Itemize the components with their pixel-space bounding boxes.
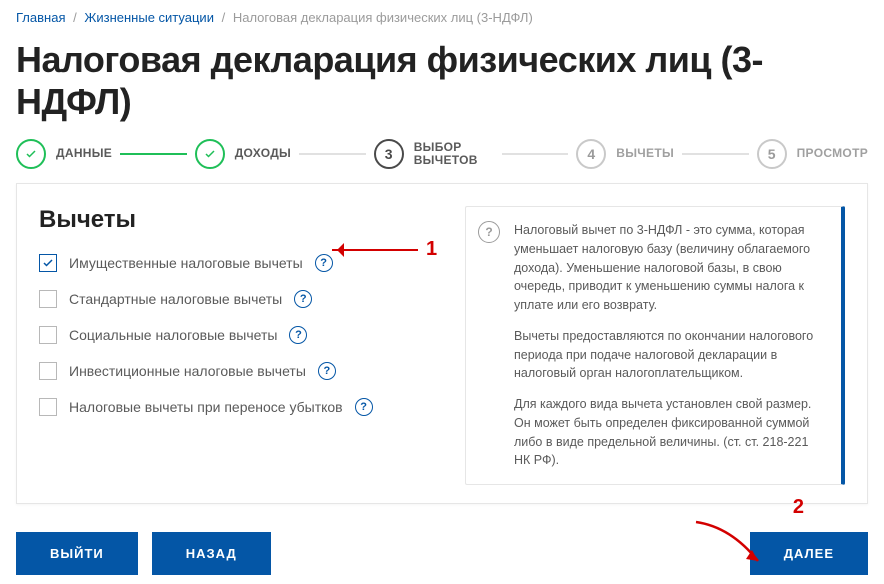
option-investment-deductions[interactable]: Инвестиционные налоговые вычеты ? [39, 362, 445, 380]
checkbox[interactable] [39, 290, 57, 308]
page-title: Налоговая декларация физических лиц (3-Н… [0, 25, 884, 133]
option-label: Стандартные налоговые вычеты [69, 291, 282, 307]
option-standard-deductions[interactable]: Стандартные налоговые вычеты ? [39, 290, 445, 308]
info-icon: ? [478, 221, 500, 243]
exit-button[interactable]: ВЫЙТИ [16, 532, 138, 575]
option-label: Имущественные налоговые вычеты [69, 255, 303, 271]
annotation-arrow-1: 1 [332, 238, 437, 261]
option-social-deductions[interactable]: Социальные налоговые вычеты ? [39, 326, 445, 344]
step-label: ДОХОДЫ [235, 147, 291, 160]
step-4-deductions[interactable]: 4 ВЫЧЕТЫ [576, 139, 674, 169]
help-icon[interactable]: ? [294, 290, 312, 308]
step-number: 5 [757, 139, 787, 169]
content-panel: Вычеты Имущественные налоговые вычеты ? … [16, 183, 868, 504]
step-1-data[interactable]: ДАННЫЕ [16, 139, 112, 169]
breadcrumb-current: Налоговая декларация физических лиц (3-Н… [233, 10, 533, 25]
step-label: ВЫБОР ВЫЧЕТОВ [414, 141, 494, 167]
breadcrumb-home[interactable]: Главная [16, 10, 65, 25]
annotation-arrow-2 [686, 517, 776, 573]
info-text: Налоговый вычет по 3-НДФЛ - это сумма, к… [514, 221, 825, 315]
step-indicator: ДАННЫЕ ДОХОДЫ 3 ВЫБОР ВЫЧЕТОВ 4 ВЫЧЕТЫ 5… [0, 133, 884, 183]
checkbox[interactable] [39, 362, 57, 380]
step-3-deduction-choice[interactable]: 3 ВЫБОР ВЫЧЕТОВ [374, 139, 494, 169]
breadcrumb-life[interactable]: Жизненные ситуации [84, 10, 214, 25]
option-label: Инвестиционные налоговые вычеты [69, 363, 306, 379]
step-2-income[interactable]: ДОХОДЫ [195, 139, 291, 169]
step-label: ВЫЧЕТЫ [616, 147, 674, 160]
check-icon [204, 148, 216, 160]
checkbox[interactable] [39, 398, 57, 416]
help-icon[interactable]: ? [318, 362, 336, 380]
help-icon[interactable]: ? [315, 254, 333, 272]
info-text: Для каждого вида вычета установлен свой … [514, 395, 825, 470]
step-number: 3 [374, 139, 404, 169]
step-label: ДАННЫЕ [56, 147, 112, 160]
annotation-label-2: 2 [793, 496, 804, 519]
option-label: Налоговые вычеты при переносе убытков [69, 399, 343, 415]
back-button[interactable]: НАЗАД [152, 532, 271, 575]
step-5-preview[interactable]: 5 ПРОСМОТР [757, 139, 868, 169]
checkbox[interactable] [39, 254, 57, 272]
check-icon [25, 148, 37, 160]
info-text: Вычеты предоставляются по окончании нало… [514, 327, 825, 383]
breadcrumb: Главная / Жизненные ситуации / Налоговая… [0, 0, 884, 25]
info-box: ? Налоговый вычет по 3-НДФЛ - это сумма,… [465, 206, 845, 485]
help-icon[interactable]: ? [355, 398, 373, 416]
help-icon[interactable]: ? [289, 326, 307, 344]
option-label: Социальные налоговые вычеты [69, 327, 277, 343]
step-label: ПРОСМОТР [797, 147, 868, 160]
check-icon [42, 257, 54, 269]
step-number: 4 [576, 139, 606, 169]
checkbox[interactable] [39, 326, 57, 344]
section-title: Вычеты [39, 206, 445, 234]
option-loss-carryover-deductions[interactable]: Налоговые вычеты при переносе убытков ? [39, 398, 445, 416]
